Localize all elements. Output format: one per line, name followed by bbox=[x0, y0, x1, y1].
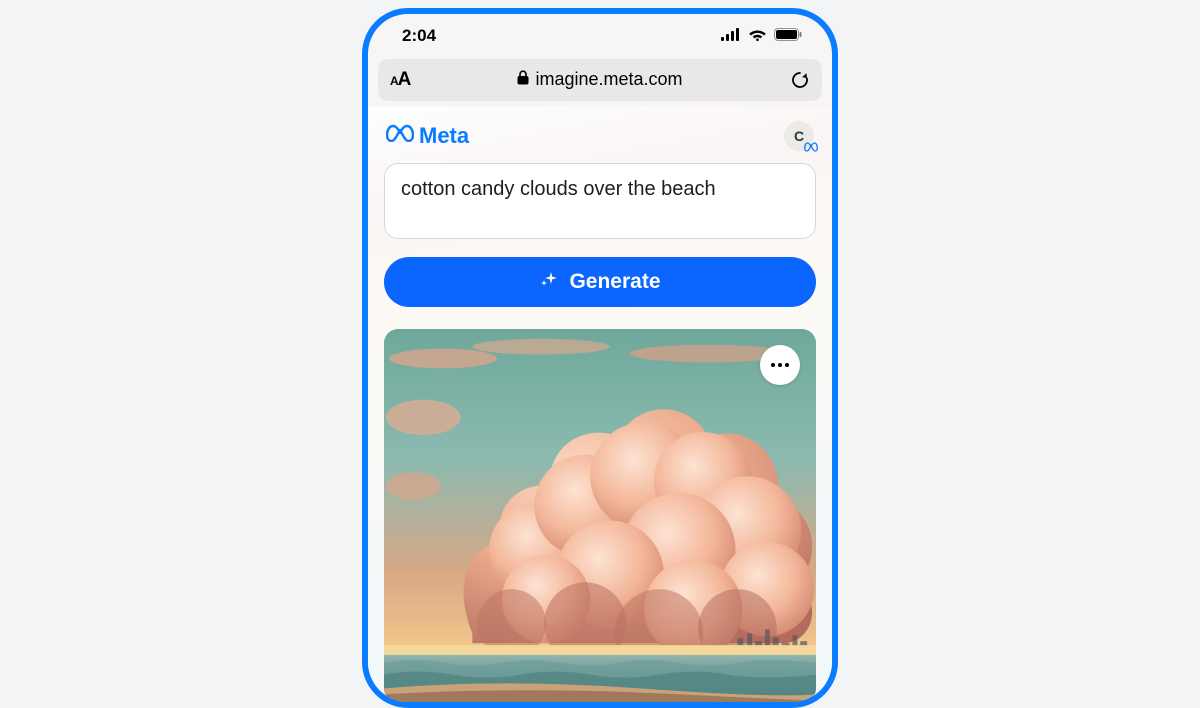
browser-url-bar[interactable]: AA imagine.meta.com bbox=[378, 59, 822, 101]
generate-button[interactable]: Generate bbox=[384, 257, 816, 307]
ellipsis-icon bbox=[771, 363, 789, 367]
status-indicators bbox=[721, 26, 802, 46]
meta-logo-icon bbox=[386, 124, 414, 147]
page-content: Meta C cotton candy clouds over the beac… bbox=[368, 107, 832, 702]
user-avatar[interactable]: C bbox=[784, 121, 814, 151]
wifi-icon bbox=[748, 26, 767, 46]
brand-name: Meta bbox=[419, 123, 469, 149]
sparkle-icon bbox=[539, 269, 559, 295]
status-bar: 2:04 bbox=[368, 14, 832, 54]
lock-icon bbox=[517, 69, 529, 90]
phone-frame: 2:04 AA bbox=[362, 8, 838, 708]
avatar-initial: C bbox=[794, 128, 804, 144]
prompt-input[interactable]: cotton candy clouds over the beach bbox=[384, 163, 816, 239]
generated-image-card[interactable] bbox=[384, 329, 816, 702]
prompt-text: cotton candy clouds over the beach bbox=[401, 178, 716, 200]
generate-label: Generate bbox=[569, 270, 660, 294]
cellular-icon bbox=[721, 26, 741, 46]
status-time: 2:04 bbox=[402, 26, 436, 46]
url-text: imagine.meta.com bbox=[535, 69, 682, 90]
meta-badge-icon bbox=[804, 139, 818, 155]
image-more-button[interactable] bbox=[760, 345, 800, 385]
generated-image bbox=[384, 329, 816, 702]
meta-logo[interactable]: Meta bbox=[386, 123, 469, 149]
reload-button[interactable] bbox=[790, 70, 810, 90]
text-size-button[interactable]: AA bbox=[390, 69, 410, 91]
battery-icon bbox=[774, 26, 802, 46]
